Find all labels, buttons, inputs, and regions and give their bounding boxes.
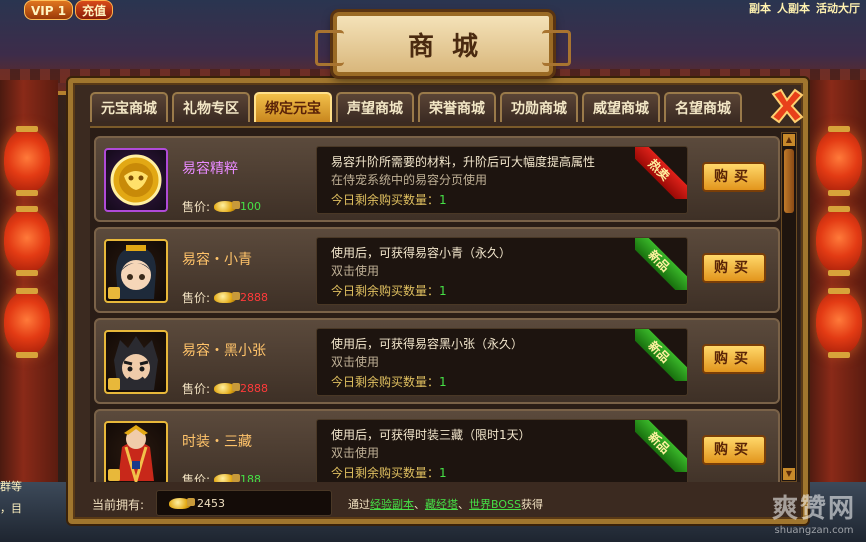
price-label: 售价:: [182, 382, 211, 396]
buy-button[interactable]: 购买: [702, 253, 766, 283]
xiaoqing-portrait-icon[interactable]: [104, 239, 168, 303]
vip-bar: VIP 1 充值: [24, 0, 114, 20]
bound-ingot-icon: [214, 201, 241, 212]
scroll-thumb[interactable]: [784, 149, 794, 213]
bound-ingot-icon: [169, 497, 195, 509]
price-value: 2888: [240, 291, 269, 304]
new-item-ribbon: 新品: [635, 329, 687, 381]
link-world-boss[interactable]: 世界BOSS: [469, 498, 521, 511]
link-exp-dungeon[interactable]: 经验副本: [370, 498, 414, 511]
page-title: 商城: [407, 31, 496, 62]
scroll-up-icon[interactable]: ▲: [783, 134, 795, 146]
lantern-icon: [4, 126, 50, 196]
shop-footer: 当前拥有: 2453 通过经验副本、藏经塔、世界BOSS获得: [90, 488, 800, 518]
shop-tabs: 元宝商城 礼物专区 绑定元宝 声望商城 荣誉商城 功勋商城 威望商城 名望商城: [90, 92, 742, 122]
daily-remaining: 今日剩余购买数量：1: [331, 375, 447, 389]
menu-multi-dungeon[interactable]: 人副本: [777, 0, 810, 16]
scrollbar[interactable]: ▲ ▼: [781, 132, 797, 482]
price: 售价: 2888: [182, 289, 268, 306]
lantern-icon: [4, 288, 50, 358]
list-item: 易容・小青 售价: 2888 使用后，可获得易容小青（永久） 双击使用 今日剩余…: [94, 227, 780, 313]
tab-merit-shop[interactable]: 功勋商城: [500, 92, 578, 122]
desc-usage: 双击使用: [331, 355, 380, 369]
lantern-icon: [816, 288, 862, 358]
price: 售价: 100: [182, 198, 261, 215]
price: 售价: 188: [182, 471, 261, 482]
buy-button[interactable]: 购买: [702, 344, 766, 374]
daily-remaining: 今日剩余购买数量：1: [331, 284, 447, 298]
owned-label: 当前拥有:: [92, 498, 145, 512]
tab-prestige-shop[interactable]: 威望商城: [582, 92, 660, 122]
sanzang-costume-icon[interactable]: [104, 421, 168, 482]
desc-main: 易容升阶所需要的材料，升阶后可大幅度提高属性: [331, 155, 596, 169]
list-item: 易容・黑小张 售价: 2888 使用后，可获得易容黑小张（永久） 双击使用 今日…: [94, 318, 780, 404]
tab-reputation-shop[interactable]: 声望商城: [336, 92, 414, 122]
buy-button[interactable]: 购买: [702, 162, 766, 192]
price-label: 售价:: [182, 200, 211, 214]
bound-lock-icon: [108, 469, 120, 481]
price: 售价: 2888: [182, 380, 268, 397]
item-name: 易容精粹: [182, 161, 238, 177]
bound-ingot-icon: [214, 474, 241, 482]
desc-usage: 双击使用: [331, 446, 380, 460]
price-value: 100: [240, 200, 262, 213]
bound-lock-icon: [108, 378, 120, 390]
owned-value: 2453: [197, 496, 225, 510]
list-item: 时装・三藏 售价: 188 使用后，可获得时装三藏（限时1天） 双击使用 今日剩…: [94, 409, 780, 482]
desc-usage: 双击使用: [331, 264, 380, 278]
item-description: 使用后，可获得时装三藏（限时1天） 双击使用 今日剩余购买数量：1 新品: [316, 419, 688, 482]
top-right-menu: 副本 人副本 活动大厅: [749, 0, 860, 16]
tab-fame-shop[interactable]: 名望商城: [664, 92, 742, 122]
gold-mask-token-icon[interactable]: [104, 148, 168, 212]
item-name: 易容・黑小张: [182, 343, 266, 359]
new-item-ribbon: 新品: [635, 238, 687, 290]
tab-honor-shop[interactable]: 荣誉商城: [418, 92, 496, 122]
item-name: 易容・小青: [182, 252, 252, 268]
shop-title-plate: 商城: [315, 12, 571, 76]
item-description: 使用后，可获得易容黑小张（永久） 双击使用 今日剩余购买数量：1 新品: [316, 328, 688, 396]
list-item: 易容精粹 售价: 100 易容升阶所需要的材料，升阶后可大幅度提高属性 在侍宠系…: [94, 136, 780, 222]
vip-badge[interactable]: VIP 1: [24, 0, 74, 20]
buy-button[interactable]: 购买: [702, 435, 766, 465]
price-value: 2888: [240, 382, 269, 395]
desc-main: 使用后，可获得易容小青（永久）: [331, 246, 512, 260]
tab-yuanbao-shop[interactable]: 元宝商城: [90, 92, 168, 122]
tab-gift-zone[interactable]: 礼物专区: [172, 92, 250, 122]
close-icon: [770, 88, 804, 124]
menu-activity-hall[interactable]: 活动大厅: [816, 0, 860, 16]
bound-ingot-icon: [214, 292, 241, 303]
bound-lock-icon: [108, 287, 120, 299]
owned-balance: 2453: [156, 490, 332, 516]
heixiaozhang-portrait-icon[interactable]: [104, 330, 168, 394]
lantern-icon: [4, 206, 50, 276]
new-item-ribbon: 新品: [635, 420, 687, 472]
desc-main: 使用后，可获得时装三藏（限时1天）: [331, 428, 531, 442]
lantern-icon: [816, 126, 862, 196]
item-description: 使用后，可获得易容小青（永久） 双击使用 今日剩余购买数量：1 新品: [316, 237, 688, 305]
hot-sale-ribbon: 热卖: [635, 147, 687, 199]
recharge-button[interactable]: 充值: [75, 0, 114, 20]
link-scripture-tower[interactable]: 藏经塔: [425, 498, 458, 511]
menu-dungeon[interactable]: 副本: [749, 0, 771, 16]
acquire-source: 通过经验副本、藏经塔、世界BOSS获得: [348, 498, 543, 511]
daily-remaining: 今日剩余购买数量：1: [331, 193, 447, 207]
item-name: 时装・三藏: [182, 434, 252, 450]
scroll-down-icon[interactable]: ▼: [783, 468, 795, 480]
close-button[interactable]: [767, 86, 807, 126]
price-label: 售价:: [182, 473, 211, 482]
desc-main: 使用后，可获得易容黑小张（永久）: [331, 337, 524, 351]
site-watermark: 爽赞网 shuangzan.com: [771, 494, 856, 536]
tab-bound-yuanbao[interactable]: 绑定元宝: [254, 92, 332, 122]
bound-ingot-icon: [214, 383, 241, 394]
chat-fragment: 群等: [0, 480, 22, 493]
price-label: 售价:: [182, 291, 211, 305]
daily-remaining: 今日剩余购买数量：1: [331, 466, 447, 480]
item-description: 易容升阶所需要的材料，升阶后可大幅度提高属性 在侍宠系统中的易容分页使用 今日剩…: [316, 146, 688, 214]
price-value: 188: [240, 473, 262, 482]
lantern-icon: [816, 206, 862, 276]
chat-fragment: ，目: [0, 502, 22, 515]
item-list: 易容精粹 售价: 100 易容升阶所需要的材料，升阶后可大幅度提高属性 在侍宠系…: [90, 126, 800, 482]
desc-usage: 在侍宠系统中的易容分页使用: [331, 173, 488, 187]
